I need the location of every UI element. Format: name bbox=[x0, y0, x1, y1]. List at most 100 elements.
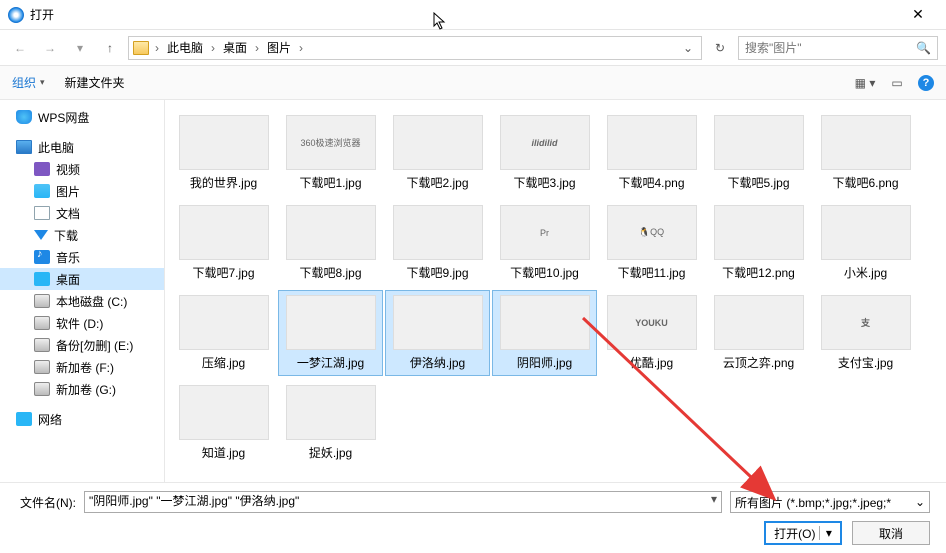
crumb-1[interactable]: 桌面 bbox=[221, 39, 249, 56]
thumbnail bbox=[286, 205, 376, 260]
file-item[interactable]: Pr下载吧10.jpg bbox=[492, 200, 597, 286]
help-button[interactable]: ? bbox=[918, 75, 934, 91]
breadcrumb[interactable]: › 此电脑 › 桌面 › 图片 › ⌄ bbox=[128, 36, 702, 60]
file-item[interactable]: 知道.jpg bbox=[171, 380, 276, 466]
file-item[interactable]: 360极速浏览器下载吧1.jpg bbox=[278, 110, 383, 196]
file-item[interactable]: 我的世界.jpg bbox=[171, 110, 276, 196]
file-item[interactable]: 云顶之弈.png bbox=[706, 290, 811, 376]
thumbnail: ilidilid bbox=[500, 115, 590, 170]
file-label: 优酷.jpg bbox=[630, 354, 673, 371]
thumbnail: 支 bbox=[821, 295, 911, 350]
file-item[interactable]: 下载吧6.png bbox=[813, 110, 918, 196]
sidebar-item-3[interactable]: 图片 bbox=[0, 180, 164, 202]
search-icon[interactable]: 🔍 bbox=[910, 41, 931, 55]
ico-disk bbox=[34, 338, 50, 352]
thumbnail bbox=[286, 295, 376, 350]
file-item[interactable]: 捉妖.jpg bbox=[278, 380, 383, 466]
file-item[interactable]: 一梦江湖.jpg bbox=[278, 290, 383, 376]
file-label: 下载吧2.jpg bbox=[406, 174, 468, 191]
sidebar-item-7[interactable]: 桌面 bbox=[0, 268, 164, 290]
recent-dropdown[interactable]: ▾ bbox=[68, 36, 92, 60]
preview-pane-button[interactable]: ▭ bbox=[886, 74, 908, 92]
file-pane[interactable]: 我的世界.jpg360极速浏览器下载吧1.jpg 下载吧2.jpg ilidilid… bbox=[165, 100, 946, 482]
file-label: 下载吧10.jpg bbox=[510, 264, 579, 281]
sidebar-item-label: 网络 bbox=[38, 411, 62, 428]
sidebar-item-label: 软件 (D:) bbox=[56, 315, 103, 332]
ico-net bbox=[16, 412, 32, 426]
sidebar-item-5[interactable]: 下载 bbox=[0, 224, 164, 246]
file-item[interactable]: 阴阳师.jpg bbox=[492, 290, 597, 376]
sidebar-item-10[interactable]: 备份[勿删] (E:) bbox=[0, 334, 164, 356]
ico-dl bbox=[34, 230, 48, 240]
ico-desk bbox=[34, 272, 50, 286]
filename-field[interactable]: "阴阳师.jpg" "一梦江湖.jpg" "伊洛纳.jpg" bbox=[84, 491, 722, 513]
file-item[interactable]: 小米.jpg bbox=[813, 200, 918, 286]
search-input[interactable] bbox=[745, 41, 910, 55]
sidebar-item-11[interactable]: 新加卷 (F:) bbox=[0, 356, 164, 378]
thumbnail bbox=[179, 295, 269, 350]
file-item[interactable]: 下载吧2.jpg bbox=[385, 110, 490, 196]
sidebar-item-1[interactable]: 此电脑 bbox=[0, 136, 164, 158]
view-icons-button[interactable]: ▦ ▾ bbox=[854, 74, 876, 92]
file-label: 捉妖.jpg bbox=[309, 444, 352, 461]
chevron-right-icon: › bbox=[151, 41, 163, 55]
sidebar-item-4[interactable]: 文档 bbox=[0, 202, 164, 224]
file-label: 下载吧1.jpg bbox=[299, 174, 361, 191]
file-item[interactable]: 下载吧7.jpg bbox=[171, 200, 276, 286]
organize-menu[interactable]: 组织 bbox=[12, 74, 45, 91]
sidebar-item-8[interactable]: 本地磁盘 (C:) bbox=[0, 290, 164, 312]
file-item[interactable]: 下载吧12.png bbox=[706, 200, 811, 286]
chevron-right-icon: › bbox=[295, 41, 307, 55]
file-item[interactable]: 下载吧5.jpg bbox=[706, 110, 811, 196]
open-button[interactable]: 打开(O) ▾ bbox=[764, 521, 842, 545]
file-item[interactable]: 下载吧9.jpg bbox=[385, 200, 490, 286]
path-dropdown[interactable]: ⌄ bbox=[679, 41, 697, 55]
file-item[interactable]: 支支付宝.jpg bbox=[813, 290, 918, 376]
sidebar-item-label: WPS网盘 bbox=[38, 109, 89, 126]
sidebar-item-6[interactable]: 音乐 bbox=[0, 246, 164, 268]
sidebar-item-label: 新加卷 (G:) bbox=[56, 381, 116, 398]
window-title: 打开 bbox=[30, 6, 54, 23]
thumbnail bbox=[179, 205, 269, 260]
close-button[interactable]: ✕ bbox=[898, 6, 938, 23]
forward-button[interactable]: → bbox=[38, 36, 62, 60]
cancel-button[interactable]: 取消 bbox=[852, 521, 930, 545]
sidebar-item-12[interactable]: 新加卷 (G:) bbox=[0, 378, 164, 400]
chevron-right-icon: › bbox=[207, 41, 219, 55]
file-label: 阴阳师.jpg bbox=[517, 354, 572, 371]
file-item[interactable]: 下载吧8.jpg bbox=[278, 200, 383, 286]
split-chevron-icon[interactable]: ▾ bbox=[819, 526, 832, 540]
toolbar: 组织 新建文件夹 ▦ ▾ ▭ ? bbox=[0, 66, 946, 100]
file-item[interactable]: 伊洛纳.jpg bbox=[385, 290, 490, 376]
sidebar-item-2[interactable]: 视频 bbox=[0, 158, 164, 180]
new-folder-button[interactable]: 新建文件夹 bbox=[65, 74, 125, 91]
sidebar-item-label: 新加卷 (F:) bbox=[56, 359, 114, 376]
refresh-button[interactable]: ↻ bbox=[708, 41, 732, 55]
sidebar-item-0[interactable]: WPS网盘 bbox=[0, 106, 164, 128]
sidebar-item-label: 视频 bbox=[56, 161, 80, 178]
crumb-0[interactable]: 此电脑 bbox=[165, 39, 205, 56]
sidebar-item-label: 文档 bbox=[56, 205, 80, 222]
sidebar-item-13[interactable]: 网络 bbox=[0, 408, 164, 430]
filter-dropdown[interactable]: 所有图片 (*.bmp;*.jpg;*.jpeg;*⌄ bbox=[730, 491, 930, 513]
file-label: 下载吧3.jpg bbox=[513, 174, 575, 191]
thumbnail bbox=[821, 205, 911, 260]
file-item[interactable]: YOUKU优酷.jpg bbox=[599, 290, 704, 376]
search-box[interactable]: 🔍 bbox=[738, 36, 938, 60]
sidebar-item-label: 此电脑 bbox=[38, 139, 74, 156]
crumb-2[interactable]: 图片 bbox=[265, 39, 293, 56]
file-label: 一梦江湖.jpg bbox=[297, 354, 364, 371]
thumbnail bbox=[714, 115, 804, 170]
up-button[interactable]: ↑ bbox=[98, 36, 122, 60]
sidebar-item-9[interactable]: 软件 (D:) bbox=[0, 312, 164, 334]
file-label: 支付宝.jpg bbox=[838, 354, 893, 371]
file-item[interactable]: 下载吧4.png bbox=[599, 110, 704, 196]
footer: 文件名(N): "阴阳师.jpg" "一梦江湖.jpg" "伊洛纳.jpg" 所… bbox=[0, 482, 946, 553]
file-label: 伊洛纳.jpg bbox=[410, 354, 465, 371]
file-item[interactable]: 🐧QQ下载吧11.jpg bbox=[599, 200, 704, 286]
thumbnail bbox=[179, 115, 269, 170]
back-button[interactable]: ← bbox=[8, 36, 32, 60]
thumbnail: 🐧QQ bbox=[607, 205, 697, 260]
file-item[interactable]: ilidilid 下载吧3.jpg bbox=[492, 110, 597, 196]
file-item[interactable]: 压缩.jpg bbox=[171, 290, 276, 376]
